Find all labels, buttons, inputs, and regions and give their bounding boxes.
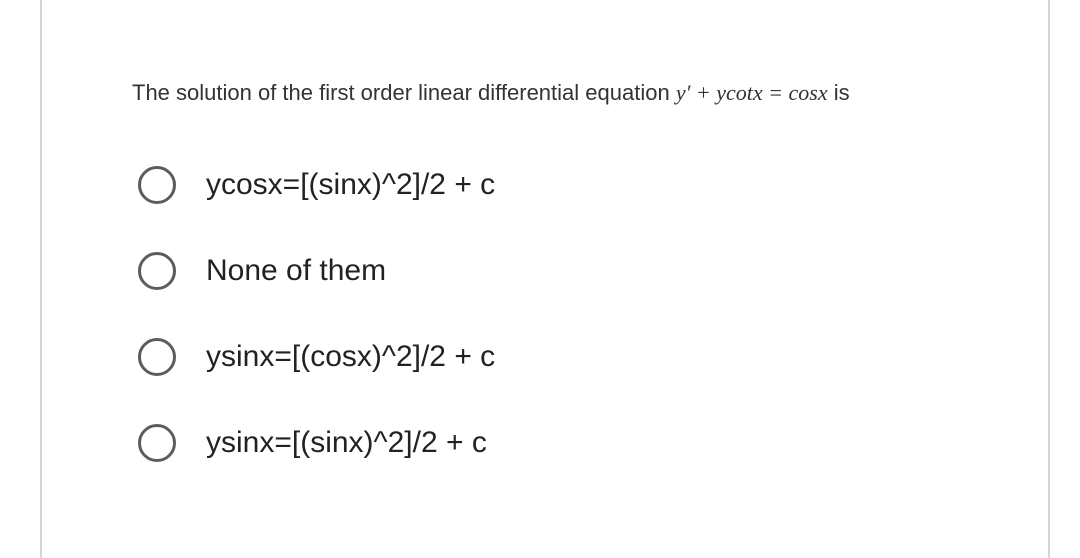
radio-icon xyxy=(138,338,176,376)
option-4-label: ysinx=[(sinx)^2]/2 + c xyxy=(206,426,487,460)
question-equation: y′ + ycotx = cosx xyxy=(676,80,828,105)
option-3-label: ysinx=[(cosx)^2]/2 + c xyxy=(206,340,495,374)
question-container: The solution of the first order linear d… xyxy=(40,0,1050,558)
option-2-label: None of them xyxy=(206,254,386,288)
radio-icon xyxy=(138,424,176,462)
radio-icon xyxy=(138,166,176,204)
options-group: ycosx=[(sinx)^2]/2 + c None of them ysin… xyxy=(132,166,988,462)
question-suffix: is xyxy=(828,80,850,105)
option-2[interactable]: None of them xyxy=(138,252,988,290)
option-4[interactable]: ysinx=[(sinx)^2]/2 + c xyxy=(138,424,988,462)
radio-icon xyxy=(138,252,176,290)
question-prefix: The solution of the first order linear d… xyxy=(132,80,676,105)
option-1[interactable]: ycosx=[(sinx)^2]/2 + c xyxy=(138,166,988,204)
option-3[interactable]: ysinx=[(cosx)^2]/2 + c xyxy=(138,338,988,376)
option-1-label: ycosx=[(sinx)^2]/2 + c xyxy=(206,168,495,202)
question-text: The solution of the first order linear d… xyxy=(132,80,988,106)
